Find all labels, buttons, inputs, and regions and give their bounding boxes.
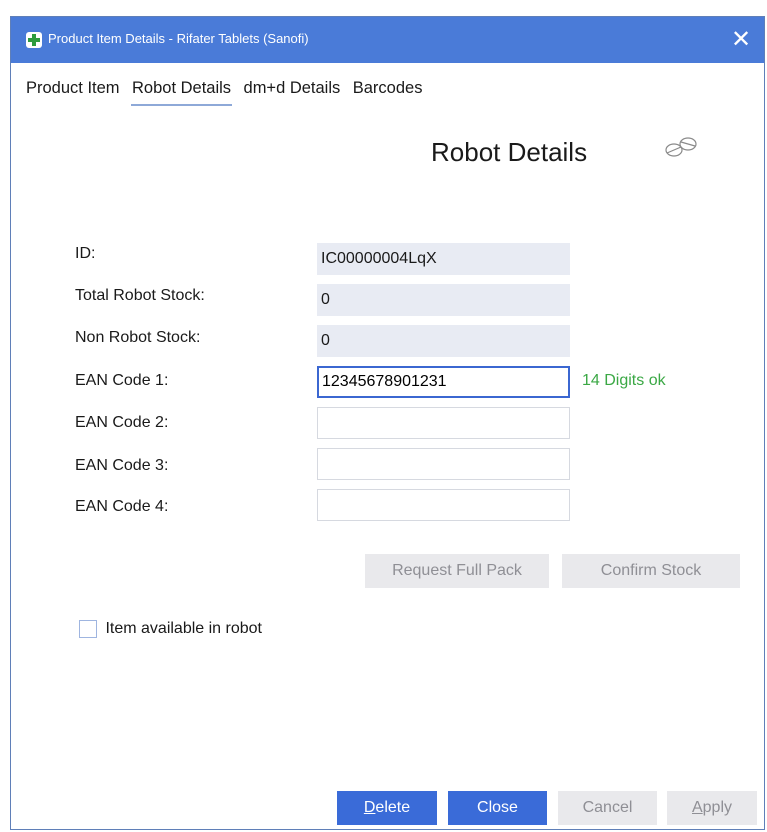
item-available-in-robot-row[interactable]: Item available in robot: [79, 620, 262, 638]
close-window-button[interactable]: ✕: [718, 17, 764, 63]
ean-code-2-label: EAN Code 2:: [75, 414, 169, 431]
window-title: Product Item Details - Rifater Tablets (…: [48, 31, 309, 46]
ean-code-3-label: EAN Code 3:: [75, 457, 169, 474]
app-logo-icon: [26, 32, 42, 48]
tab-bar: Product Item Robot Details dm+d Details …: [25, 77, 429, 106]
tab-robot-details[interactable]: Robot Details: [131, 77, 233, 106]
tab-dmd-details[interactable]: dm+d Details: [243, 77, 342, 104]
ean-code-1-label: EAN Code 1:: [75, 372, 169, 389]
close-button[interactable]: Close: [448, 791, 547, 825]
delete-button[interactable]: Delete: [337, 791, 437, 825]
total-robot-stock-value: 0: [317, 284, 570, 316]
cancel-button[interactable]: Cancel: [558, 791, 657, 825]
ean-code-4-label: EAN Code 4:: [75, 498, 169, 515]
delete-label-rest: elete: [375, 799, 411, 816]
item-available-in-robot-label: Item available in robot: [105, 620, 262, 637]
non-robot-stock-label: Non Robot Stock:: [75, 329, 201, 346]
ean-code-2-field[interactable]: [317, 407, 570, 439]
id-value: IC00000004LqX: [317, 243, 570, 275]
ean-code-3-field[interactable]: [317, 448, 570, 480]
title-bar[interactable]: Product Item Details - Rifater Tablets (…: [11, 17, 764, 63]
section-heading: Robot Details: [431, 137, 588, 167]
ean-code-4-field[interactable]: [317, 489, 570, 521]
apply-label-rest: pply: [702, 799, 733, 816]
request-full-pack-button[interactable]: Request Full Pack: [365, 554, 549, 588]
id-label: ID:: [75, 245, 96, 262]
confirm-stock-button[interactable]: Confirm Stock: [562, 554, 740, 588]
product-item-details-window: Product Item Details - Rifater Tablets (…: [10, 16, 765, 830]
delete-accelerator: D: [363, 799, 376, 816]
ean-code-1-validation-hint: 14 Digits ok: [582, 372, 666, 389]
apply-button[interactable]: Apply: [667, 791, 757, 825]
pills-icon: [665, 137, 697, 157]
ean-code-1-field[interactable]: [317, 366, 570, 398]
tab-product-item[interactable]: Product Item: [25, 77, 121, 104]
apply-accelerator: A: [691, 799, 703, 816]
item-available-in-robot-checkbox[interactable]: [79, 620, 97, 638]
non-robot-stock-value: 0: [317, 325, 570, 357]
close-icon: ✕: [730, 26, 752, 53]
total-robot-stock-label: Total Robot Stock:: [75, 287, 205, 304]
tab-barcodes[interactable]: Barcodes: [352, 77, 424, 104]
